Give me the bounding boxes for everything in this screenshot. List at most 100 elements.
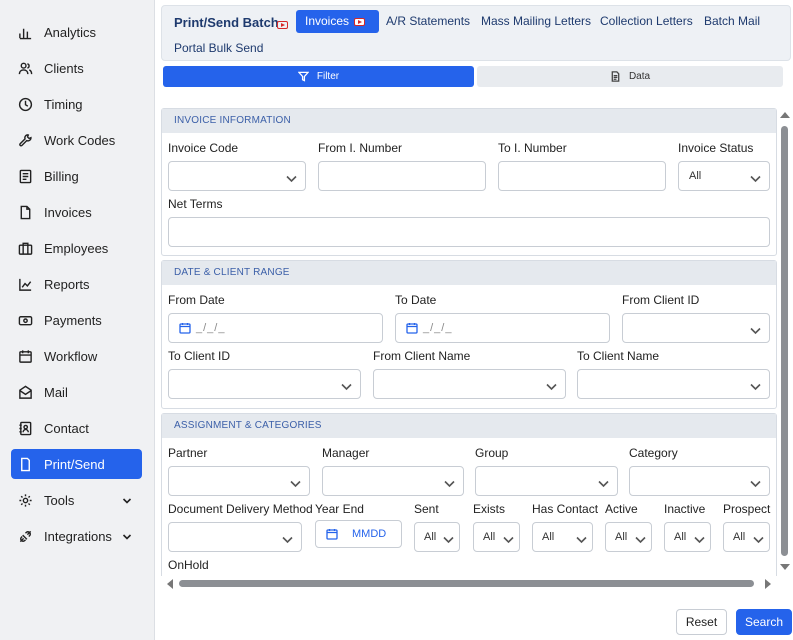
tab-label: Collection Letters (600, 14, 693, 28)
from-number-label: From I. Number (318, 141, 403, 155)
gear-icon (17, 492, 33, 508)
sidebar-item-employees[interactable]: Employees (11, 233, 142, 263)
sidebar-item-label: Contact (44, 420, 89, 436)
video-tutorial-icon[interactable] (354, 18, 365, 26)
horizontal-scrollbar[interactable] (165, 578, 775, 590)
data-label: Data (628, 71, 651, 82)
scroll-right-arrow-icon[interactable] (765, 579, 771, 589)
scrollbar-thumb[interactable] (179, 580, 754, 587)
sidebar-item-analytics[interactable]: Analytics (11, 17, 142, 47)
sidebar-item-mail[interactable]: Mail (11, 377, 142, 407)
tab-label: Invoices (305, 14, 350, 28)
invoice-code-select[interactable] (168, 161, 306, 191)
sidebar-item-label: Tools (44, 492, 75, 508)
from-client-id-select[interactable] (622, 313, 770, 343)
sidebar-item-payments[interactable]: Payments (11, 305, 142, 335)
inactive-label: Inactive (664, 502, 706, 516)
group-select[interactable] (475, 466, 618, 496)
tab-invoices[interactable]: Invoices (296, 10, 380, 33)
sidebar-item-label: Employees (44, 240, 109, 256)
exists-select[interactable]: All (473, 522, 520, 552)
sidebar-item-reports[interactable]: Reports (11, 269, 142, 299)
chart-icon (17, 276, 33, 292)
page-title: Print/Send Batch (174, 15, 279, 30)
has-contact-label: Has Contact (532, 502, 599, 516)
sidebar-item-contact[interactable]: Contact (11, 413, 142, 443)
tab-mass-mailing-letters[interactable]: Mass Mailing Letters (472, 10, 600, 33)
active-select[interactable]: All (605, 522, 652, 552)
chevron-down-icon (750, 380, 761, 391)
vertical-scrollbar[interactable] (778, 108, 792, 576)
sidebar-item-tools[interactable]: Tools (11, 485, 142, 515)
tab-collection-letters[interactable]: Collection Letters (591, 10, 702, 33)
sidebar-item-integrations[interactable]: Integrations (11, 521, 142, 551)
search-button[interactable]: Search (736, 609, 792, 635)
filter-view-button[interactable]: Filter (163, 66, 474, 87)
mail-icon (17, 384, 33, 400)
from-client-name-select[interactable] (373, 369, 566, 399)
contact-icon (17, 420, 33, 436)
scroll-down-arrow-icon[interactable] (780, 564, 790, 570)
year-end-label: Year End (315, 502, 364, 516)
billing-icon (17, 168, 33, 184)
sidebar-item-work-codes[interactable]: Work Codes (11, 125, 142, 155)
invoice-status-select[interactable]: All (678, 161, 770, 191)
select-value: All (615, 531, 628, 543)
analytics-icon (17, 24, 33, 40)
sidebar-item-label: Work Codes (44, 132, 116, 148)
net-terms-input[interactable] (168, 217, 770, 247)
year-end-input[interactable]: MMDD (315, 520, 402, 548)
from-date-input[interactable]: _/_/_ (168, 313, 383, 343)
tab-portal-bulk-send[interactable]: Portal Bulk Send (165, 37, 272, 60)
video-tutorial-icon[interactable] (277, 21, 288, 29)
net-terms-label: Net Terms (168, 197, 223, 211)
to-client-id-select[interactable] (168, 369, 361, 399)
chevron-down-icon (750, 324, 761, 335)
group-label: Group (475, 446, 509, 460)
sidebar-item-label: Reports (44, 276, 90, 292)
scrollbar-thumb[interactable] (781, 126, 788, 556)
category-label: Category (629, 446, 678, 460)
select-value: All (542, 531, 555, 543)
category-select[interactable] (629, 466, 770, 496)
view-toggle: Filter Data (163, 66, 783, 88)
inactive-select[interactable]: All (664, 522, 711, 552)
sidebar-item-label: Invoices (44, 204, 92, 220)
chevron-down-icon (750, 477, 761, 488)
sidebar-item-workflow[interactable]: Workflow (11, 341, 142, 371)
reset-button[interactable]: Reset (676, 609, 727, 635)
clients-icon (17, 60, 33, 76)
from-number-input[interactable] (318, 161, 486, 191)
chevron-down-icon (546, 380, 557, 391)
scroll-up-arrow-icon[interactable] (780, 112, 790, 118)
sidebar-item-print-send[interactable]: Print/Send (11, 449, 142, 479)
select-value: All (689, 170, 702, 182)
sidebar-item-label: Print/Send (44, 456, 105, 472)
main-content: Print/Send Batch Invoices A/R Statements… (155, 0, 793, 640)
filter-form: INVOICE INFORMATION Invoice Code From I.… (161, 108, 777, 576)
tab-ar-statements[interactable]: A/R Statements (377, 10, 479, 33)
manager-select[interactable] (322, 466, 464, 496)
select-value: All (483, 531, 496, 543)
date-client-range-section: DATE & CLIENT RANGE From Date _/_/_ To D… (161, 260, 777, 409)
sidebar-item-clients[interactable]: Clients (11, 53, 142, 83)
sidebar-item-timing[interactable]: Timing (11, 89, 142, 119)
chevron-down-icon (753, 533, 764, 544)
document-icon (611, 71, 620, 82)
to-number-input[interactable] (498, 161, 666, 191)
tab-batch-mail[interactable]: Batch Mail (695, 10, 769, 33)
sidebar-item-label: Clients (44, 60, 84, 76)
sidebar-item-invoices[interactable]: Invoices (11, 197, 142, 227)
to-client-name-select[interactable] (577, 369, 770, 399)
prospect-select[interactable]: All (723, 522, 770, 552)
has-contact-select[interactable]: All (532, 522, 593, 552)
calendar-icon (406, 322, 418, 334)
scroll-left-arrow-icon[interactable] (167, 579, 173, 589)
to-date-input[interactable]: _/_/_ (395, 313, 610, 343)
sent-select[interactable]: All (414, 522, 460, 552)
data-view-button[interactable]: Data (477, 66, 783, 87)
delivery-method-select[interactable] (168, 522, 302, 552)
sidebar-item-billing[interactable]: Billing (11, 161, 142, 191)
partner-select[interactable] (168, 466, 310, 496)
partner-label: Partner (168, 446, 208, 460)
